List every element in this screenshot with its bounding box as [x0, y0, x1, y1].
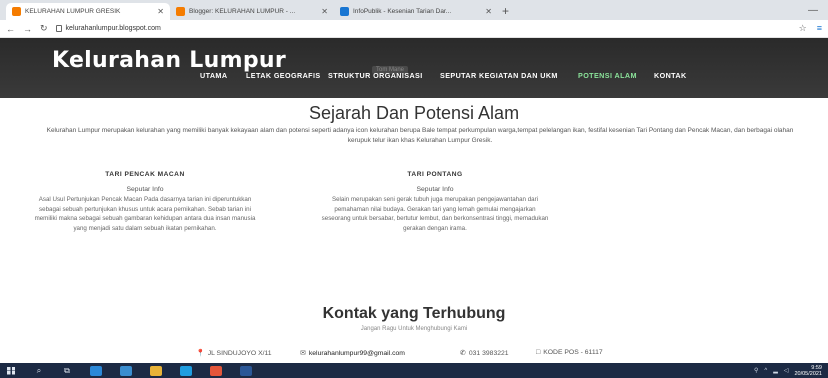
nav-item-letak-geografis[interactable]: LETAK GEOGRAFIS — [246, 71, 321, 80]
nav-item-potensi-alam[interactable]: POTENSI ALAM — [578, 71, 637, 80]
lock-icon — [55, 25, 62, 32]
browser-tab[interactable]: InfoPublik - Kesenian Tarian Dar... ✕ — [334, 3, 498, 20]
section-subtitle: Seputar Info — [416, 186, 454, 193]
email-text: kelurahanlumpur99@gmail.com — [308, 349, 405, 357]
nav-item-struktur-organisasi[interactable]: STRUKTUR ORGANISASI — [328, 71, 423, 80]
contact-address: 📍 JL SINDUJOYO X/11 — [196, 349, 272, 358]
postal-box-icon: □ — [536, 349, 541, 356]
contact-subtitle: Jangan Ragu Untuk Menghubungi Kami — [360, 326, 468, 332]
section-subtitle: Seputar Info — [126, 186, 164, 193]
clock-date: 20/05/2021 — [794, 370, 822, 377]
contact-title: Kontak yang Terhubung — [322, 305, 506, 322]
site-brand[interactable]: Kelurahan Lumpur — [52, 48, 286, 73]
bookmark-star-icon[interactable]: ☆ — [799, 23, 807, 34]
store-icon[interactable] — [120, 365, 132, 376]
section-pencak-macan: TARI PENCAK MACAN Seputar Info Asal Usul… — [30, 171, 260, 233]
phone-icon: ✆ — [460, 350, 466, 357]
contact-phone: ✆ 031 3983221 — [460, 349, 509, 358]
section-heading: TARI PONTANG — [407, 171, 463, 178]
new-tab-button[interactable]: + — [498, 4, 515, 20]
browser-toolbar: ← → ↻ kelurahanlumpur.blogspot.com ☆ ≡ — [0, 20, 828, 38]
tab-title: KELURAHAN LUMPUR GRESIK — [25, 8, 121, 15]
main-nav: UTAMA LETAK GEOGRAFIS STRUKTUR ORGANISAS… — [0, 71, 828, 85]
forward-arrow-icon[interactable]: → — [23, 24, 32, 34]
contact-email[interactable]: ✉ kelurahanlumpur99@gmail.com — [300, 349, 405, 358]
chevron-up-icon[interactable]: ^ — [764, 368, 767, 374]
system-tray: ⚲ ^ ▂ ◁ 9:59 20/05/2021 — [754, 365, 822, 377]
tab-title: InfoPublik - Kesenian Tarian Dar... — [353, 8, 452, 15]
browser-tab-strip: KELURAHAN LUMPUR GRESIK ✕ Blogger: KELUR… — [0, 0, 828, 20]
nav-item-seputar-kegiatan[interactable]: SEPUTAR KEGIATAN DAN UKM — [440, 71, 558, 80]
section-text: Asal Usul Pertunjukan Pencak Macan Pada … — [34, 196, 256, 232]
envelope-icon: ✉ — [300, 350, 306, 357]
file-explorer-icon[interactable] — [150, 365, 162, 376]
infopublik-favicon-icon — [340, 7, 349, 16]
word-icon[interactable] — [240, 365, 252, 376]
close-tab-icon[interactable]: ✕ — [321, 7, 328, 16]
blogger-favicon-icon — [12, 7, 21, 16]
section-text: Selain merupakan seni gerak tubuh juga m… — [321, 196, 549, 232]
back-arrow-icon[interactable]: ← — [6, 24, 15, 34]
windows-start-icon[interactable] — [6, 366, 16, 376]
intro-paragraph: Kelurahan Lumpur merupakan kelurahan yan… — [46, 127, 794, 144]
close-tab-icon[interactable]: ✕ — [157, 7, 164, 16]
browser-tab-active[interactable]: KELURAHAN LUMPUR GRESIK ✕ — [6, 3, 170, 20]
edge-browser-icon[interactable] — [90, 365, 102, 376]
clock[interactable]: 9:59 20/05/2021 — [794, 365, 822, 377]
search-icon[interactable]: ⌕ — [34, 366, 44, 376]
contact-postal: □ KODE POS - 61117 — [536, 349, 603, 356]
map-pin-icon: 📍 — [196, 350, 205, 357]
volume-icon[interactable]: ◁ — [784, 367, 789, 374]
address-text: JL SINDUJOYO X/11 — [207, 349, 272, 357]
phone-text: 031 3983221 — [468, 349, 509, 357]
address-bar[interactable]: kelurahanlumpur.blogspot.com — [55, 22, 791, 36]
people-icon[interactable]: ⚲ — [754, 367, 758, 374]
minimize-window-icon[interactable]: — — [798, 5, 828, 20]
network-icon[interactable]: ▂ — [773, 367, 778, 374]
site-header: Kelurahan Lumpur Tom Mane UTAMA LETAK GE… — [0, 38, 828, 98]
page-title: Sejarah Dan Potensi Alam — [308, 103, 520, 123]
browser-tab[interactable]: Blogger: KELURAHAN LUMPUR - ... ✕ — [170, 3, 334, 20]
reload-icon[interactable]: ↻ — [40, 23, 48, 34]
extension-menu-icon[interactable]: ≡ — [817, 23, 822, 34]
close-tab-icon[interactable]: ✕ — [485, 7, 492, 16]
url-text: kelurahanlumpur.blogspot.com — [65, 25, 161, 32]
tab-title: Blogger: KELURAHAN LUMPUR - ... — [189, 8, 296, 15]
section-heading: TARI PENCAK MACAN — [105, 171, 185, 178]
postal-text: KODE POS - 61117 — [543, 349, 603, 356]
mail-icon[interactable] — [180, 365, 192, 376]
section-pontang: TARI PONTANG Seputar Info Selain merupak… — [320, 171, 550, 233]
blogger-favicon-icon — [176, 7, 185, 16]
contact-info-row: 📍 JL SINDUJOYO X/11 ✉ kelurahanlumpur99@… — [0, 349, 828, 361]
windows-taskbar: ⌕ ⧉ ⚲ ^ ▂ ◁ 9:59 20/05/2021 — [0, 363, 828, 378]
chrome-icon[interactable] — [210, 365, 222, 376]
task-view-icon[interactable]: ⧉ — [62, 366, 72, 376]
nav-item-kontak[interactable]: KONTAK — [654, 71, 687, 80]
nav-item-utama[interactable]: UTAMA — [200, 71, 227, 80]
